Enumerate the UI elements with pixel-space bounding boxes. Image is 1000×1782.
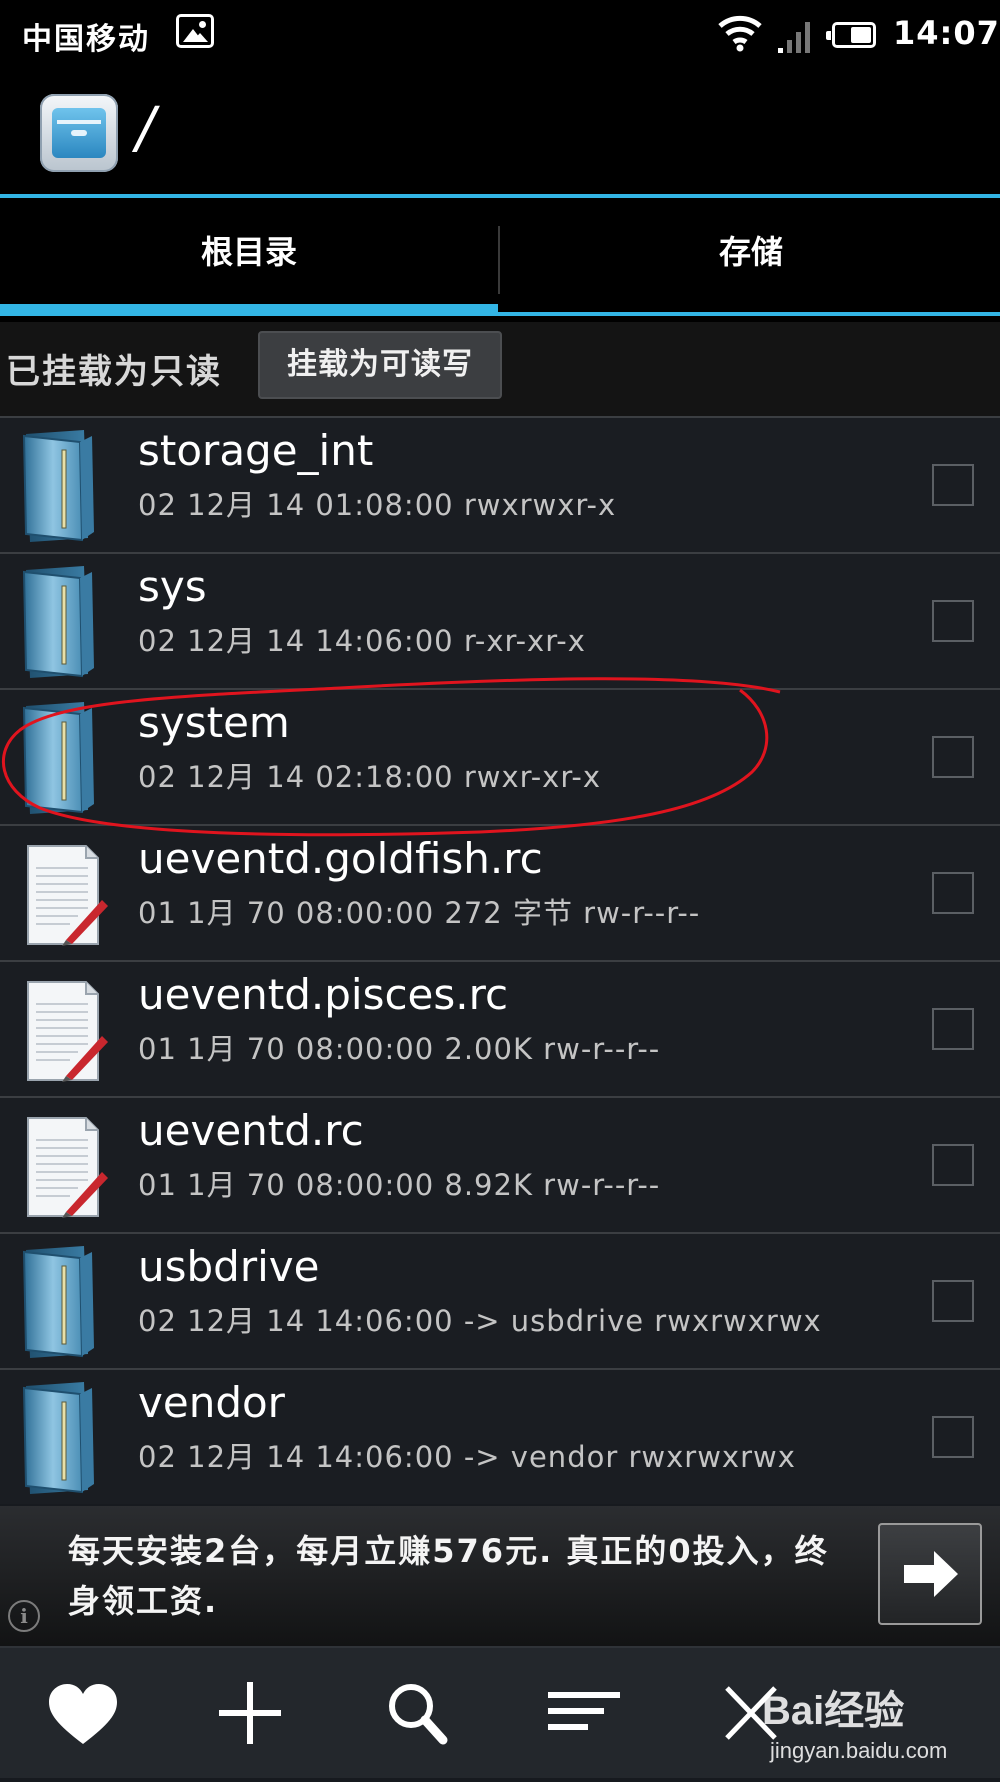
tab-baseline (498, 312, 1000, 316)
signal-icon (778, 22, 810, 53)
app-logo-icon[interactable] (40, 94, 118, 172)
list-item[interactable]: ueventd.goldfish.rc 01 1月 70 08:00:00 27… (0, 824, 1000, 960)
search-icon (389, 1684, 448, 1745)
arrow-right-icon (904, 1551, 958, 1597)
file-name: storage_int (138, 426, 374, 475)
mount-status-label: 已挂载为只读 (6, 352, 222, 392)
mount-read-write-button[interactable]: 挂载为可读写 (258, 331, 502, 399)
list-item[interactable]: usbdrive 02 12月 14 14:06:00 -> usbdrive … (0, 1232, 1000, 1368)
text-file-icon (26, 1116, 110, 1218)
file-meta: 02 12月 14 14:06:00 -> usbdrive rwxrwxrwx (138, 1304, 822, 1338)
heart-icon (49, 1684, 117, 1744)
file-name: vendor (138, 1378, 285, 1427)
select-checkbox[interactable] (932, 1280, 974, 1322)
folder-icon (22, 564, 110, 680)
current-path: / (136, 96, 155, 161)
watermark-url: jingyan.baidu.com (769, 1738, 947, 1763)
folder-icon (22, 700, 110, 816)
watermark-brand: Bai经验 (762, 1689, 904, 1733)
ad-banner[interactable]: 每天安装2台，每月立赚576元. 真正的0投入，终身领工资. i (0, 1506, 1000, 1646)
list-item[interactable]: sys 02 12月 14 14:06:00 r-xr-xr-x (0, 552, 1000, 688)
folder-icon (22, 1380, 110, 1496)
file-name: ueventd.pisces.rc (138, 970, 509, 1019)
file-name: ueventd.goldfish.rc (138, 834, 543, 883)
add-button[interactable] (180, 1648, 320, 1778)
file-name: usbdrive (138, 1242, 320, 1291)
file-meta: 01 1月 70 08:00:00 2.00K rw-r--r-- (138, 1032, 661, 1066)
baidu-jingyan-watermark: Bai经验 jingyan.baidu.com (762, 1689, 947, 1763)
file-meta: 02 12月 14 14:06:00 -> vendor rwxrwxrwx (138, 1440, 796, 1474)
folder-icon (22, 428, 110, 544)
list-item[interactable]: vendor 02 12月 14 14:06:00 -> vendor rwxr… (0, 1368, 1000, 1504)
sort-button[interactable] (514, 1648, 654, 1778)
file-meta: 01 1月 70 08:00:00 8.92K rw-r--r-- (138, 1168, 661, 1202)
text-file-icon (26, 980, 110, 1082)
image-notification-icon (176, 14, 214, 48)
list-item[interactable]: system 02 12月 14 02:18:00 rwxr-xr-x (0, 688, 1000, 824)
list-item[interactable]: ueventd.rc 01 1月 70 08:00:00 8.92K rw-r-… (0, 1096, 1000, 1232)
bottom-toolbar: Bai经验 jingyan.baidu.com (0, 1646, 1000, 1778)
mount-bar: 已挂载为只读 挂载为可读写 (0, 322, 1000, 416)
select-checkbox[interactable] (932, 464, 974, 506)
favorites-button[interactable] (13, 1648, 153, 1778)
clock: 14:07 (893, 14, 1000, 52)
select-checkbox[interactable] (932, 600, 974, 642)
folder-icon (22, 1244, 110, 1360)
file-meta: 02 12月 14 14:06:00 r-xr-xr-x (138, 624, 586, 658)
file-name: system (138, 698, 290, 747)
carrier-label: 中国移动 (22, 22, 150, 57)
select-checkbox[interactable] (932, 736, 974, 778)
text-file-icon (26, 844, 110, 946)
file-name: ueventd.rc (138, 1106, 364, 1155)
info-icon[interactable]: i (8, 1600, 40, 1632)
status-bar: 中国移动 14:07 (0, 0, 1000, 70)
file-meta: 01 1月 70 08:00:00 272 字节 rw-r--r-- (138, 896, 701, 930)
tab-storage[interactable]: 存储 (502, 198, 1000, 322)
action-bar: / (0, 70, 1000, 198)
select-checkbox[interactable] (932, 1144, 974, 1186)
search-button[interactable] (347, 1648, 487, 1778)
list-item[interactable]: ueventd.pisces.rc 01 1月 70 08:00:00 2.00… (0, 960, 1000, 1096)
add-icon (219, 1682, 281, 1744)
file-meta: 02 12月 14 02:18:00 rwxr-xr-x (138, 760, 602, 794)
file-name: sys (138, 562, 207, 611)
list-item[interactable]: storage_int 02 12月 14 01:08:00 rwxrwxr-x (0, 416, 1000, 552)
tab-bar: 根目录 存储 (0, 198, 1000, 322)
selected-tab-indicator (0, 304, 498, 316)
select-checkbox[interactable] (932, 1416, 974, 1458)
ad-text: 每天安装2台，每月立赚576元. 真正的0投入，终身领工资. (68, 1532, 829, 1620)
sort-icon (548, 1692, 620, 1730)
file-meta: 02 12月 14 01:08:00 rwxrwxr-x (138, 488, 617, 522)
ad-open-button[interactable] (878, 1523, 982, 1625)
tab-divider (498, 226, 500, 294)
select-checkbox[interactable] (932, 1008, 974, 1050)
select-checkbox[interactable] (932, 872, 974, 914)
battery-icon (826, 22, 876, 48)
wifi-icon (718, 15, 762, 52)
